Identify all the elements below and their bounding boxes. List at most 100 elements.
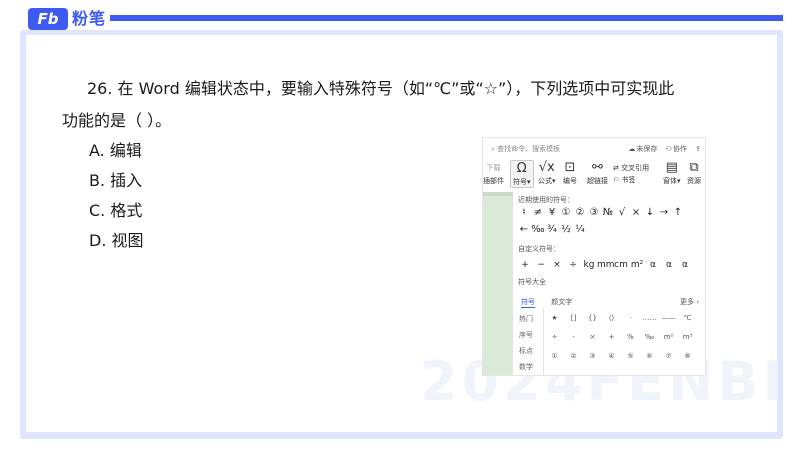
symbol-cell[interactable]: √ [615, 207, 629, 218]
link-icon: ⚯ [592, 160, 603, 175]
option-a[interactable]: A. 编辑 [89, 140, 142, 162]
symbol-cell[interactable]: ⑥ [640, 352, 659, 360]
symbol-cell[interactable]: m² [629, 260, 645, 270]
symbol-cell[interactable]: ② [564, 352, 583, 360]
symbol-cell[interactable]: − [533, 260, 549, 270]
symbol-cell[interactable]: {} [583, 314, 602, 322]
symbol-cell[interactable]: cm [613, 260, 629, 270]
symbol-cell[interactable]: ← [517, 224, 531, 235]
symbol-cell[interactable]: + [602, 333, 621, 341]
recent-symbols-label: 近期使用的符号： [518, 196, 574, 204]
custom-symbols-row: + − × ÷ kg mmcm m² α α α [517, 259, 693, 270]
question-text-line1: 26. 在 Word 编辑状态中，要输入特殊符号（如“℃”或“☆”），下列选项中… [87, 79, 675, 98]
formula-icon: √x [538, 160, 555, 175]
window-button[interactable]: ▤ 窗体▾ [663, 160, 681, 186]
symbol-cell[interactable]: ¼ [573, 224, 587, 235]
insert-ribbon: 下载 插部件 Ω 符号▾ √x 公式▾ ⊡ 编号 ⚯ 超链接 ⇄ 交叉引用 ⚐ … [483, 158, 705, 193]
symbol-cell[interactable]: × [549, 260, 565, 270]
symbol-cell[interactable]: ↓ [643, 207, 657, 218]
symbol-cell[interactable]: + [517, 260, 533, 270]
symbol-cell[interactable]: - [564, 333, 583, 341]
symbol-cell[interactable]: ① [559, 207, 573, 218]
numbering-button[interactable]: ⊡ 编号 [563, 160, 577, 186]
symbol-cell[interactable]: [] [564, 314, 583, 322]
symbol-grid-row3: ①②③④⑤⑥⑦⑧ [545, 352, 697, 360]
symbol-cell[interactable]: ④ [602, 352, 621, 360]
hyperlink-button[interactable]: ⚯ 超链接 [587, 160, 608, 186]
unsaved-label: 未保存 [636, 145, 658, 153]
symbol-cell[interactable]: ‰ [640, 333, 659, 341]
symbol-dropdown-panel: 近期使用的符号： ♮ ≠ ¥ ① ② ③ № √ × ↓ → ↑ ← ‰ ¾ ½ ¼ 自定义符号： + − × ÷ k… [513, 192, 705, 375]
symbol-cell[interactable]: kg [581, 260, 597, 270]
symbol-cell[interactable]: ♮ [517, 207, 531, 218]
symbol-cell[interactable]: ③ [583, 352, 602, 360]
word-symbol-screenshot: ⌕ 查找命令、搜索模板 ☁未保存 ⚇协作 ⇪ 下载 插部件 Ω 符号▾ √x 公… [482, 137, 706, 376]
cloud-icon: ☁ [628, 145, 636, 153]
symbol-cell[interactable]: ① [545, 352, 564, 360]
symbol-cell[interactable]: ÷ [565, 260, 581, 270]
option-d[interactable]: D. 视图 [89, 230, 144, 252]
symbol-cell[interactable]: —— [659, 314, 678, 322]
symbol-cell[interactable]: …… [640, 314, 659, 322]
symbol-cell[interactable]: α [661, 260, 677, 270]
symbol-button[interactable]: Ω 符号▾ [510, 160, 534, 188]
status-area: ☁未保存 ⚇协作 ⇪ [622, 144, 701, 154]
symbol-cell[interactable]: ⑦ [659, 352, 678, 360]
omega-icon: Ω [516, 161, 527, 176]
bookmark-button[interactable]: ⚐ 书签 [613, 174, 649, 186]
symbol-cell[interactable]: ¾ [545, 224, 559, 235]
symbol-cell[interactable]: ⟨⟩ [602, 314, 621, 322]
header-accent-bar [110, 15, 783, 21]
symbol-cell[interactable]: m³ [678, 333, 697, 341]
symbol-cell[interactable]: № [601, 207, 615, 218]
symbol-cell[interactable]: × [629, 207, 643, 218]
logo-text: 粉笔 [72, 9, 107, 28]
option-c[interactable]: C. 格式 [89, 200, 142, 222]
tab-emoji[interactable]: 颜文字 [551, 298, 572, 306]
category-divider [543, 308, 544, 375]
search-icon: ⌕ [491, 145, 495, 153]
symbol-cell[interactable]: ½ [559, 224, 573, 235]
symbol-cell[interactable]: · [621, 314, 640, 322]
crossref-bookmark-group: ⇄ 交叉引用 ⚐ 书签 [613, 162, 649, 186]
symbol-cell[interactable]: ≠ [531, 207, 545, 218]
category-math[interactable]: 数学 [519, 362, 533, 372]
category-sequence[interactable]: 序号 [519, 330, 533, 340]
custom-symbols-label: 自定义符号： [518, 245, 560, 253]
symbol-cell[interactable]: → [657, 207, 671, 218]
category-hot[interactable]: 热门 [519, 314, 533, 324]
symbol-cell[interactable]: α [677, 260, 693, 270]
bookmark-icon: ⚐ [613, 176, 620, 184]
crossref-button[interactable]: ⇄ 交叉引用 [613, 162, 649, 174]
symbol-cell[interactable]: m² [659, 333, 678, 341]
option-b[interactable]: B. 插入 [89, 170, 142, 192]
resources-button[interactable]: ⧉ 资源 [687, 160, 701, 186]
numbering-icon: ⊡ [564, 160, 576, 175]
collab-label: 协作 [672, 145, 687, 153]
more-link[interactable]: 更多 › [680, 297, 699, 307]
tab-symbol[interactable]: 符号 [521, 298, 535, 308]
symbol-cell[interactable]: ⑤ [621, 352, 640, 360]
search-box: ⌕ 查找命令、搜索模板 [491, 144, 560, 154]
collab-icon: ⚇ [665, 145, 672, 153]
recent-symbols-row2: ← ‰ ¾ ½ ¼ [517, 224, 587, 235]
symbol-cell[interactable]: ‰ [531, 224, 545, 235]
category-punctuation[interactable]: 标点 [519, 346, 533, 356]
resources-icon: ⧉ [689, 160, 699, 175]
symbol-cell[interactable]: ② [573, 207, 587, 218]
symbol-cell[interactable]: ③ [587, 207, 601, 218]
symbol-cell[interactable]: ℃ [678, 314, 697, 322]
symbol-cell[interactable]: α [645, 260, 661, 270]
symbol-cell[interactable]: mm [597, 260, 615, 270]
symbol-cell[interactable]: ★ [545, 314, 564, 322]
symbol-cell[interactable]: ⑧ [678, 352, 697, 360]
search-placeholder: 查找命令、搜索模板 [497, 145, 561, 153]
formula-button[interactable]: √x 公式▾ [538, 160, 556, 186]
symbol-cell[interactable]: ¥ [545, 207, 559, 218]
symbol-cell[interactable]: ↑ [671, 207, 685, 218]
logo-mark: Fb [28, 8, 68, 30]
symbol-cell[interactable]: ÷ [545, 333, 564, 341]
crossref-icon: ⇄ [613, 164, 619, 172]
symbol-cell[interactable]: × [583, 333, 602, 341]
symbol-cell[interactable]: % [621, 333, 640, 341]
